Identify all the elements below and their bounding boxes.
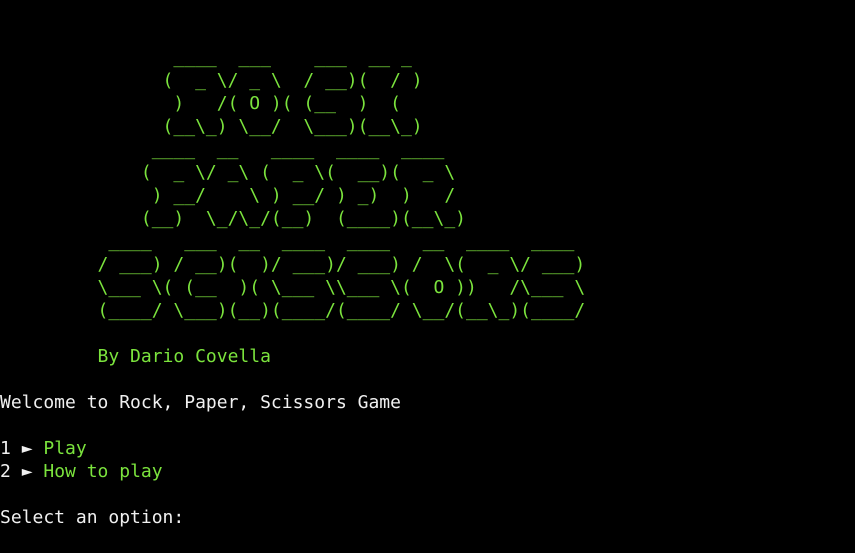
author-credit: By Dario Covella: [0, 346, 271, 367]
menu-option-play[interactable]: 1 ► Play: [0, 437, 855, 460]
menu-option-how-to-play[interactable]: 2 ► How to play: [0, 460, 855, 483]
input-prompt-line[interactable]: Select an option:: [0, 506, 855, 529]
ascii-line: ) __/ \ ) __/ ) _) ) /: [0, 185, 456, 206]
ascii-line: (__\_) \__/ \___)(__\_): [0, 116, 423, 137]
ascii-line: ( _ \/ _ \ / __)( / ): [0, 70, 423, 91]
ascii-line: \___ \( (__ )( \___ \\___ \( O )) /\___ …: [0, 277, 586, 298]
ascii-line: ) /( O )( (__ ) (: [0, 93, 412, 114]
menu-number: 2: [0, 461, 11, 482]
scissors-ascii-title: ____ ___ __ ____ ____ __ ____ ____ / ___…: [0, 230, 855, 322]
ascii-line: (__) \_/\_/(__) (____)(__\_): [0, 208, 466, 229]
menu-label: How to play: [43, 461, 163, 482]
ascii-line: (____/ \___)(__)(____/(____/ \__/(__\_)(…: [0, 300, 586, 321]
ascii-line: / ___) / __)( )/ ___)/ ___) / \( _ \/ __…: [0, 254, 586, 275]
terminal-output: ____ ___ ___ __ _ ( _ \/ _ \ / __)( / ) …: [0, 46, 855, 529]
rock-ascii-title: ____ ___ ___ __ _ ( _ \/ _ \ / __)( / ) …: [0, 46, 855, 138]
menu-number: 1: [0, 438, 11, 459]
ascii-line: ( _ \/ _\ ( _ \( __)( _ \: [0, 162, 456, 183]
menu-label: Play: [43, 438, 87, 459]
input-cursor[interactable]: [195, 508, 204, 526]
arrow-right-icon: ►: [21, 461, 33, 482]
arrow-right-icon: ►: [21, 438, 33, 459]
ascii-line: ____ ___ __ ____ ____ __ ____ ____: [0, 231, 586, 252]
input-prompt: Select an option:: [0, 507, 185, 528]
paper-ascii-title: ____ __ ____ ____ ____ ( _ \/ _\ ( _ \( …: [0, 138, 855, 230]
ascii-line: ____ __ ____ ____ ____: [0, 139, 456, 160]
welcome-message: Welcome to Rock, Paper, Scissors Game: [0, 392, 401, 413]
ascii-line: ____ ___ ___ __ _: [0, 47, 423, 68]
